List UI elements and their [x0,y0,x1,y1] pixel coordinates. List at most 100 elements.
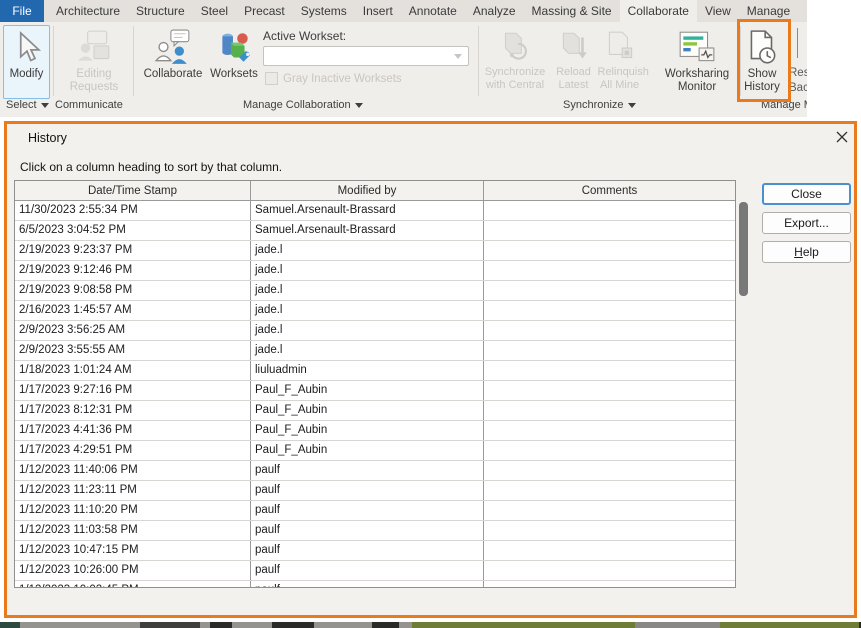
collaborate-button[interactable]: Collaborate [138,26,208,96]
panel-manage-collaboration[interactable]: Manage Collaboration [243,99,363,111]
taskbar-segment [20,622,140,628]
table-row[interactable]: 1/12/2023 11:03:58 PMpaulf [15,521,735,541]
table-row[interactable]: 1/12/2023 10:26:00 PMpaulf [15,561,735,581]
relinquish-all-mine-icon [603,28,637,66]
table-row[interactable]: 2/9/2023 3:56:25 AMjade.l [15,321,735,341]
history-table-header: Date/Time Stamp Modified by Comments [15,181,735,201]
cell-modified-by: Samuel.Arsenault-Brassard [251,201,484,220]
tab-view[interactable]: View [697,0,739,22]
tab-massing-site[interactable]: Massing & Site [524,0,620,22]
modify-button[interactable]: Modify [3,25,50,99]
tab-insert[interactable]: Insert [355,0,401,22]
cell-modified-by: jade.l [251,321,484,340]
table-row[interactable]: 1/17/2023 9:27:16 PMPaul_F_Aubin [15,381,735,401]
cell-timestamp: 1/12/2023 11:03:58 PM [15,521,251,540]
tab-annotate[interactable]: Annotate [401,0,465,22]
cell-comments [484,361,735,380]
close-button[interactable]: Close [762,183,851,205]
cell-timestamp: 1/17/2023 9:27:16 PM [15,381,251,400]
panel-manage-models-label: Manage Models [761,99,807,111]
table-row[interactable]: 1/12/2023 11:40:06 PMpaulf [15,461,735,481]
active-workset-combobox[interactable] [263,46,469,66]
tab-systems[interactable]: Systems [293,0,355,22]
cell-comments [484,521,735,540]
worksets-button[interactable]: Worksets [207,26,261,96]
cell-modified-by: paulf [251,581,484,587]
scrollbar-thumb[interactable] [739,202,748,296]
column-header-comments[interactable]: Comments [484,181,735,200]
cell-comments [484,201,735,220]
tab-file[interactable]: File [0,0,44,22]
cell-comments [484,561,735,580]
cell-modified-by: paulf [251,561,484,580]
show-history-icon [745,28,779,68]
table-row[interactable]: 1/12/2023 11:23:11 PMpaulf [15,481,735,501]
cell-timestamp: 1/12/2023 11:23:11 PM [15,481,251,500]
tab-manage[interactable]: Manage [739,0,798,22]
table-row[interactable]: 2/9/2023 3:55:55 AMjade.l [15,341,735,361]
table-row[interactable]: 6/5/2023 3:04:52 PMSamuel.Arsenault-Bras… [15,221,735,241]
restore-backup-label: Restore Backup [789,66,807,96]
cell-timestamp: 2/19/2023 9:23:37 PM [15,241,251,260]
cell-comments [484,301,735,320]
tab-architecture[interactable]: Architecture [48,0,128,22]
gray-inactive-worksets-toggle: Gray Inactive Worksets [265,72,402,85]
export-button[interactable]: Export... [762,212,851,234]
cell-comments [484,341,735,360]
table-row[interactable]: 1/12/2023 10:02:45 PMpaulf [15,581,735,587]
tab-steel[interactable]: Steel [193,0,236,22]
table-row[interactable]: 2/19/2023 9:08:58 PMjade.l [15,281,735,301]
cell-comments [484,541,735,560]
table-row[interactable]: 2/19/2023 9:12:46 PMjade.l [15,261,735,281]
table-row[interactable]: 2/19/2023 9:23:37 PMjade.l [15,241,735,261]
taskbar-segment [372,622,399,628]
worksharing-monitor-icon [677,28,717,68]
collaborate-label: Collaborate [144,68,203,81]
tab-analyze[interactable]: Analyze [465,0,524,22]
worksharing-monitor-button[interactable]: Worksharing Monitor [656,26,738,98]
synchronize-with-central-button: Synchronize with Central [480,26,550,104]
cell-comments [484,401,735,420]
help-button-label: Help [794,245,819,259]
help-button[interactable]: Help [762,241,851,263]
gray-inactive-icon [265,72,278,85]
column-header-date-time[interactable]: Date/Time Stamp [15,181,251,200]
tab-structure[interactable]: Structure [128,0,193,22]
table-row[interactable]: 1/17/2023 4:41:36 PMPaul_F_Aubin [15,421,735,441]
cell-comments [484,581,735,587]
cell-modified-by: jade.l [251,301,484,320]
column-header-modified-by[interactable]: Modified by [251,181,484,200]
table-row[interactable]: 1/12/2023 10:47:15 PMpaulf [15,541,735,561]
show-history-button[interactable]: Show History [741,26,783,98]
relinquish-all-mine-button: Relinquish All Mine [597,26,642,104]
gray-inactive-label: Gray Inactive Worksets [283,73,402,85]
panel-select[interactable]: Select [6,99,49,111]
close-button-label: Close [791,187,822,201]
synchronize-with-central-label: Synchronize with Central [482,66,548,92]
revit-window: FileArchitectureStructureSteelPrecastSys… [0,0,861,628]
empty-area [807,0,861,121]
show-history-label: Show History [742,68,782,94]
table-row[interactable]: 1/17/2023 8:12:31 PMPaul_F_Aubin [15,401,735,421]
panel-synchronize[interactable]: Synchronize [563,99,636,111]
worksets-label: Worksets [210,68,258,81]
panel-manage-collaboration-label: Manage Collaboration [243,99,351,111]
taskbar-segment [412,622,635,628]
cell-comments [484,261,735,280]
table-row[interactable]: 1/12/2023 11:10:20 PMpaulf [15,501,735,521]
table-row[interactable]: 1/17/2023 4:29:51 PMPaul_F_Aubin [15,441,735,461]
tab-collaborate[interactable]: Collaborate [620,0,697,22]
table-row[interactable]: 1/18/2023 1:01:24 AMliuluadmin [15,361,735,381]
editing-requests-button: Editing Requests [60,26,128,96]
cell-timestamp: 1/18/2023 1:01:24 AM [15,361,251,380]
cell-comments [484,481,735,500]
taskbar-segment [140,622,200,628]
table-row[interactable]: 2/16/2023 1:45:57 AMjade.l [15,301,735,321]
taskbar-segment [0,622,20,628]
restore-backup-button-clipped[interactable]: Restore Backup [789,26,807,98]
table-row[interactable]: 11/30/2023 2:55:34 PMSamuel.Arsenault-Br… [15,201,735,221]
tab-precast[interactable]: Precast [236,0,293,22]
close-icon[interactable] [833,128,851,146]
dialog-title: History [28,131,67,145]
cell-comments [484,421,735,440]
